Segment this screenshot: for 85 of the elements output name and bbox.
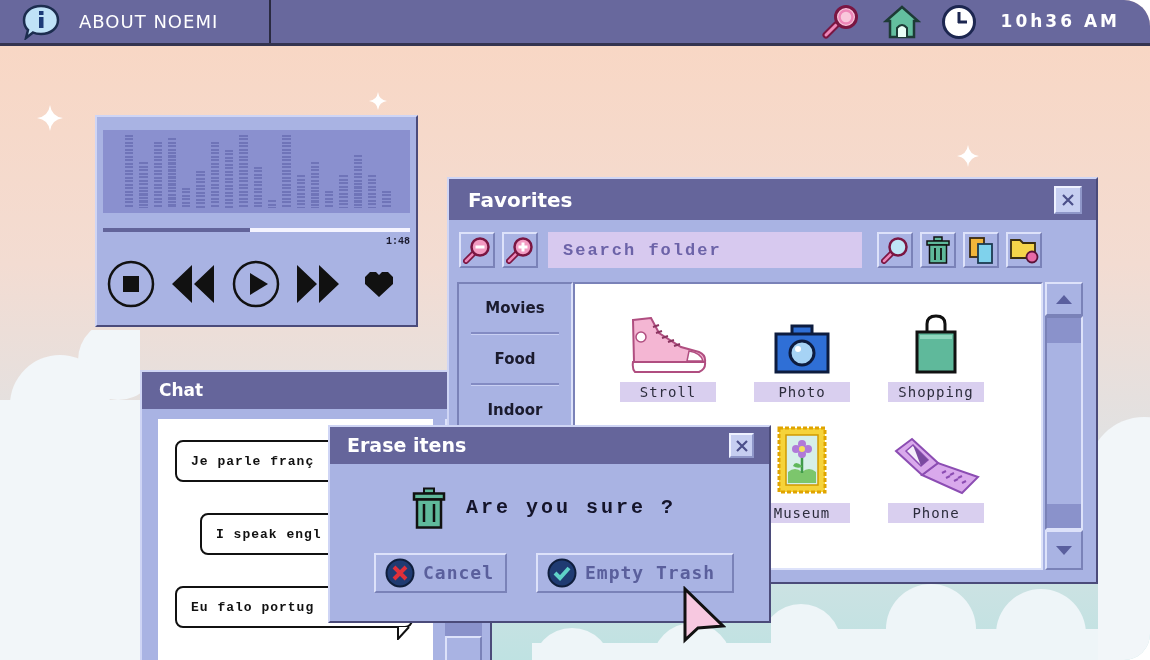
cursor-icon xyxy=(682,586,726,644)
equalizer-bar xyxy=(353,155,363,208)
trash-icon xyxy=(412,487,446,529)
sparkle-icon xyxy=(957,145,979,167)
equalizer-bar xyxy=(310,162,320,208)
equalizer-bar xyxy=(182,188,191,208)
sparkle-icon xyxy=(369,92,387,110)
sidebar-item[interactable]: Food xyxy=(459,335,571,383)
copy-button[interactable] xyxy=(963,232,999,268)
scroll-up-button[interactable] xyxy=(1045,282,1083,316)
rewind-icon xyxy=(170,263,216,305)
home-button[interactable] xyxy=(882,3,921,40)
equalizer-bar xyxy=(210,142,220,208)
folder-button[interactable] xyxy=(1006,232,1042,268)
play-button[interactable] xyxy=(232,260,280,308)
camera-icon[interactable] xyxy=(774,324,830,374)
sidebar-item[interactable]: Movies xyxy=(459,284,571,332)
down-arrow-icon xyxy=(1056,545,1072,555)
flip-phone-icon[interactable] xyxy=(892,437,980,495)
zoom-in-icon xyxy=(506,236,534,264)
search-field[interactable]: Search folder xyxy=(548,232,862,268)
scroll-down-button[interactable] xyxy=(445,636,482,660)
zoom-out-icon xyxy=(463,236,491,264)
window-title: Favorites xyxy=(468,189,573,210)
close-icon xyxy=(1062,193,1074,206)
check-icon xyxy=(547,558,577,588)
equalizer-bar xyxy=(139,162,148,208)
progress-track[interactable] xyxy=(103,228,410,232)
item-label[interactable]: Photo xyxy=(754,382,850,402)
clock-icon xyxy=(940,3,977,40)
home-icon xyxy=(882,3,921,40)
rewind-button[interactable] xyxy=(170,263,216,305)
trash-icon xyxy=(926,236,950,264)
close-button[interactable] xyxy=(1054,185,1082,214)
sneaker-icon[interactable] xyxy=(629,317,707,374)
equalizer-bar xyxy=(382,191,391,208)
folder-icon xyxy=(1009,236,1039,264)
message-text: Je parle franç xyxy=(191,454,315,468)
message-text: Eu falo portug xyxy=(191,600,315,614)
info-icon[interactable] xyxy=(22,3,60,40)
zoom-out-button[interactable] xyxy=(459,232,495,268)
equalizer-bar xyxy=(368,175,377,208)
equalizer-bar xyxy=(296,175,305,208)
fast-forward-button[interactable] xyxy=(295,263,341,305)
dialog-message: Are you sure ? xyxy=(466,498,677,518)
search-icon xyxy=(881,236,909,264)
shopping-bag-icon[interactable] xyxy=(914,314,958,374)
close-button[interactable] xyxy=(729,433,754,458)
copy-icon xyxy=(968,236,994,264)
equalizer-bar xyxy=(167,138,177,208)
framed-flower-icon[interactable] xyxy=(776,425,828,495)
cancel-icon xyxy=(385,558,415,588)
zoom-in-button[interactable] xyxy=(502,232,538,268)
sparkle-icon xyxy=(37,105,63,131)
item-label[interactable]: Phone xyxy=(888,503,984,523)
message-text: I speak engl xyxy=(216,527,322,541)
equalizer-bar xyxy=(339,175,348,208)
play-icon xyxy=(232,260,280,308)
track-time: 1:48 xyxy=(386,237,410,247)
scroll-thumb[interactable] xyxy=(1047,318,1081,343)
window-title: Chat xyxy=(159,382,204,399)
stop-button[interactable] xyxy=(107,260,155,308)
scroll-down-button[interactable] xyxy=(1045,530,1083,570)
equalizer-bar xyxy=(267,200,277,208)
equalizer-bar xyxy=(253,167,262,208)
about-title: ABOUT NOEMI xyxy=(79,12,219,31)
delete-button[interactable] xyxy=(920,232,956,268)
scroll-thumb[interactable] xyxy=(1047,504,1081,528)
up-arrow-icon xyxy=(1056,294,1072,304)
equalizer-bar xyxy=(196,171,205,208)
search-button[interactable] xyxy=(877,232,913,268)
favorite-button[interactable] xyxy=(362,269,396,299)
fast-forward-icon xyxy=(295,263,341,305)
window-title: Erase itens xyxy=(347,436,467,455)
equalizer-bar xyxy=(225,150,234,208)
sidebar-item[interactable]: Indoor xyxy=(459,386,571,434)
heart-icon xyxy=(362,269,396,299)
stop-icon xyxy=(107,260,155,308)
equalizer-bar xyxy=(153,142,162,208)
equalizer-bar xyxy=(325,191,334,208)
close-icon xyxy=(735,439,748,452)
clock-button[interactable] xyxy=(940,3,977,40)
item-label[interactable]: Shopping xyxy=(888,382,984,402)
clock-time: 10h36 AM xyxy=(1000,13,1120,30)
item-label[interactable]: Stroll xyxy=(620,382,716,402)
